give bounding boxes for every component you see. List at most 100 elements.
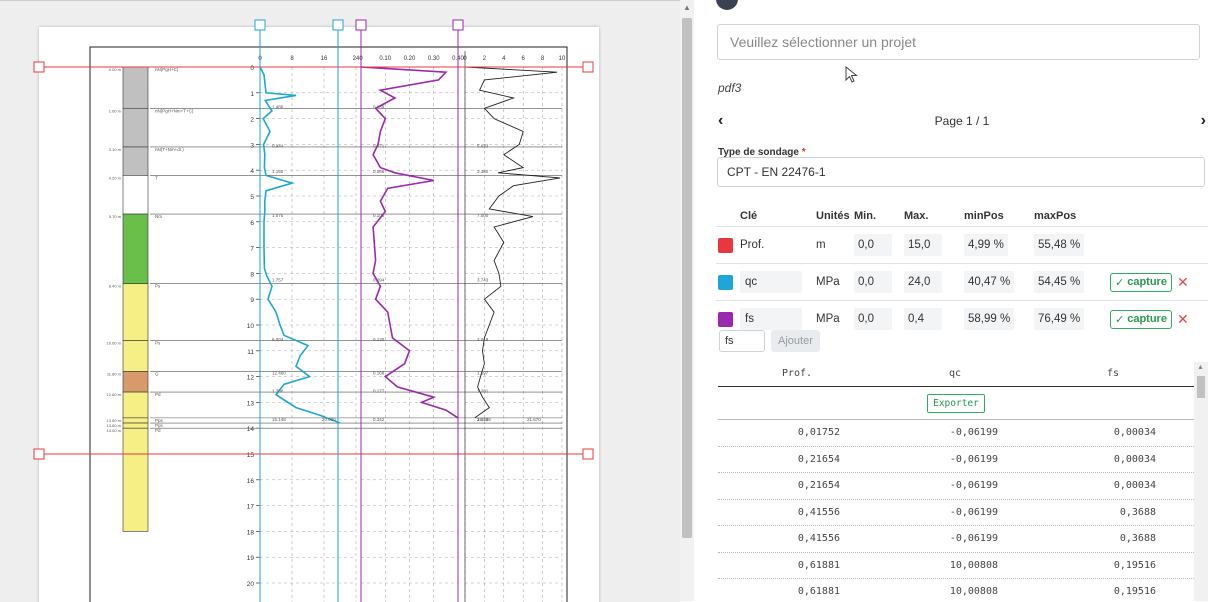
key-minpos[interactable]: 40,47 %: [964, 271, 1015, 293]
table-cell: -0,06199: [949, 453, 998, 465]
col-min: Min.: [854, 210, 876, 222]
prev-page-button[interactable]: ‹: [718, 112, 723, 130]
export-row: Exporter: [718, 387, 1194, 420]
key-maxpos[interactable]: 76,49 %: [1034, 308, 1085, 330]
table-cell: -0,06199: [949, 480, 998, 492]
annotation-label: 2.019: [477, 337, 489, 342]
lithology-layer: [122, 340, 149, 372]
annotation-label: 1.150: [272, 169, 284, 174]
pdf-scrollbar[interactable]: ▲: [680, 0, 694, 601]
page-indicator: Page 1 / 1: [934, 114, 990, 128]
annotation-label: 12.460: [272, 370, 286, 375]
annotation-label: 1.308: [272, 389, 284, 394]
key-min[interactable]: 0,0: [854, 308, 892, 330]
table-row: 0,41556 -0,06199 0,3688: [718, 526, 1194, 553]
axis-tick-label: 10: [559, 56, 566, 62]
rf-curve: [464, 66, 561, 419]
axis-tick-label: 2: [483, 56, 487, 62]
sounding-type-input[interactable]: CPT - EN 22476-1: [717, 157, 1205, 187]
key-name[interactable]: qc: [740, 271, 802, 293]
key-name[interactable]: fs: [740, 308, 802, 330]
depth-tick-label: 16: [247, 478, 255, 485]
axis-tick-label: 0.30: [428, 56, 440, 62]
pdf-viewer-pane[interactable]: 0.00 m nN(PgH+C) 1.60 m nN(PgH+Nm+T+C) 3.10 …: [0, 0, 680, 602]
add-key-button[interactable]: Ajouter: [771, 330, 820, 352]
keys-table: Clé Unités Min. Max. minPos maxPos Prof.…: [716, 206, 1208, 337]
lithology-layer: [122, 283, 149, 341]
capture-label: capture: [1127, 313, 1167, 325]
col-prof: Prof.: [781, 367, 813, 379]
remove-key-icon[interactable]: ✕: [1177, 274, 1189, 291]
key-max[interactable]: 0,4: [904, 308, 942, 330]
data-table-scrollbar[interactable]: ▲: [1194, 362, 1208, 601]
key-color-swatch[interactable]: [718, 274, 733, 290]
key-minpos[interactable]: 4,99 %: [964, 234, 1008, 256]
lithology-layer: [122, 391, 149, 419]
sounding-type-value: CPT - EN 22476-1: [727, 165, 826, 179]
layer-depth-label: 10.60 m: [107, 340, 122, 345]
remove-key-icon[interactable]: ✕: [1177, 311, 1189, 328]
key-max[interactable]: 24,0: [904, 271, 942, 293]
log-frame: [89, 46, 568, 602]
table-cell: 0,61881: [797, 559, 840, 571]
key-maxpos[interactable]: 55,48 %: [1034, 234, 1085, 256]
table-cell: -0,06199: [949, 506, 998, 518]
key-min[interactable]: 0,0: [854, 271, 892, 293]
table-row: 0,41556 -0,06199 0,3688: [718, 500, 1194, 526]
lithology-layer: [122, 66, 149, 109]
table-cell: 10,00808: [949, 559, 998, 571]
lithology-layer: [122, 107, 149, 148]
axis-tick-label: 0.20: [404, 56, 416, 62]
keys-table-header: Clé Unités Min. Max. minPos maxPos: [716, 206, 1208, 226]
table-cell: 0,21654: [797, 453, 840, 465]
layer-depth-label: 4.20 m: [109, 175, 122, 180]
layer-description: Ps: [155, 284, 161, 289]
table-scroll-up-arrow-icon[interactable]: ▲: [1197, 364, 1204, 371]
annotation-label: 21.670: [527, 417, 541, 422]
layer-description: Nm: [155, 214, 162, 219]
export-button[interactable]: Exporter: [927, 393, 985, 413]
layer-depth-label: 0.00 m: [109, 67, 122, 72]
capture-button[interactable]: ✓ capture: [1110, 272, 1172, 292]
table-scroll-thumb[interactable]: [1197, 376, 1205, 398]
avatar[interactable]: [716, 0, 738, 10]
lithology-layer: [122, 146, 149, 176]
new-key-input[interactable]: fs: [719, 330, 765, 352]
key-max[interactable]: 15,0: [904, 234, 942, 256]
lithology-layer: [122, 422, 149, 429]
layer-description: Ps: [155, 340, 161, 345]
annotation-label: 6.004: [272, 337, 284, 342]
key-color-swatch[interactable]: [718, 311, 733, 327]
mouse-pointer-icon: [845, 66, 858, 83]
depth-tick-label: 14: [247, 426, 255, 433]
axis-tick-label: 0.10: [379, 56, 391, 62]
pdf-scroll-thumb[interactable]: [682, 18, 692, 538]
depth-tick-label: 9: [250, 297, 254, 304]
col-minpos: minPos: [964, 210, 1004, 222]
key-unit: MPa: [816, 276, 840, 288]
axis-tick-label: 8: [541, 56, 545, 62]
key-color-swatch[interactable]: [718, 237, 733, 253]
depth-guide-handle: [582, 448, 594, 460]
layer-description: T: [155, 175, 158, 180]
key-maxpos[interactable]: 54,45 %: [1034, 271, 1085, 293]
project-select[interactable]: Veuillez sélectionner un projet: [717, 24, 1200, 60]
key-minpos[interactable]: 58,99 %: [964, 308, 1015, 330]
depth-guide-handle: [33, 61, 45, 73]
add-key-row: fs Ajouter: [719, 330, 820, 352]
annotation-label: 0.944: [272, 143, 284, 148]
next-page-button[interactable]: ›: [1201, 112, 1206, 130]
key-min[interactable]: 0,0: [854, 234, 892, 256]
data-table: Prof. qc fs Exporter 0,01752 -0,06199 0,00…: [718, 360, 1194, 601]
capture-button[interactable]: ✓ capture: [1110, 309, 1172, 329]
annotation-label: 3.743: [477, 278, 489, 283]
depth-tick-label: 7: [250, 246, 254, 253]
layer-depth-label: 11.80 m: [107, 371, 122, 376]
layer-description: Pd: [155, 392, 161, 397]
col-key: Clé: [740, 210, 758, 222]
scroll-up-arrow-icon[interactable]: ▲: [683, 4, 691, 12]
annotation-label: 1.281: [477, 389, 489, 394]
layer-depth-label: 3.10 m: [109, 147, 122, 152]
table-row: 0,61881 10,00808 0,19516: [718, 553, 1194, 579]
lithology-layer: [122, 175, 149, 215]
